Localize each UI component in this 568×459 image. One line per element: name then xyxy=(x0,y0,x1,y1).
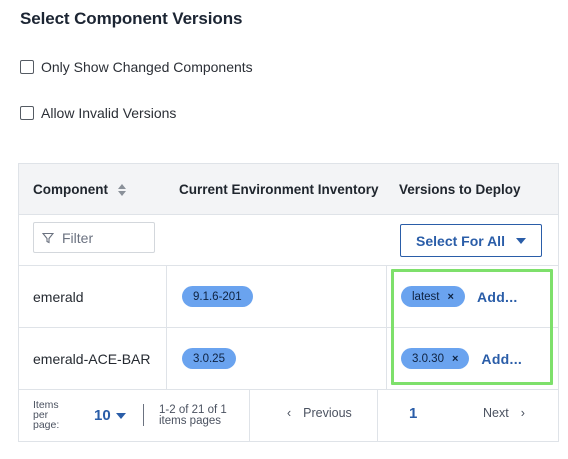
next-label: Next xyxy=(483,406,509,420)
add-version-link[interactable]: Add... xyxy=(481,351,522,367)
chevron-down-icon xyxy=(515,237,526,244)
items-per-page-select[interactable]: 10 xyxy=(94,407,126,424)
only-changed-label: Only Show Changed Components xyxy=(41,59,253,75)
inventory-version-tag: 3.0.25 xyxy=(182,348,236,369)
table-row: emerald-ACE-BAR 3.0.25 3.0.30 × Add... xyxy=(19,328,558,390)
previous-label: Previous xyxy=(303,406,352,420)
only-changed-option[interactable]: Only Show Changed Components xyxy=(20,59,253,75)
chevron-right-icon: › xyxy=(520,406,525,420)
allow-invalid-label: Allow Invalid Versions xyxy=(41,105,177,121)
previous-page-button[interactable]: ‹ Previous xyxy=(287,406,352,420)
inventory-cell: 3.0.25 xyxy=(182,328,236,389)
component-header-label: Component xyxy=(33,182,108,197)
allow-invalid-option[interactable]: Allow Invalid Versions xyxy=(20,105,176,121)
versions-column-header: Versions to Deploy xyxy=(399,182,521,197)
add-version-link[interactable]: Add... xyxy=(477,289,518,305)
select-for-all-label: Select For All xyxy=(416,232,505,249)
component-versions-table: Component Current Environment Inventory … xyxy=(18,163,559,442)
pagination-range: 1-2 of 21 of 1 items pages xyxy=(159,404,227,427)
page-title: Select Component Versions xyxy=(20,9,243,28)
filter-input[interactable]: Filter xyxy=(33,222,155,253)
sort-icon[interactable] xyxy=(118,183,126,196)
filter-row: Filter Select For All xyxy=(19,215,558,266)
table-row: emerald 9.1.6-201 latest × Add... xyxy=(19,266,558,328)
chevron-down-icon xyxy=(115,412,126,419)
inventory-cell: 9.1.6-201 xyxy=(182,266,253,327)
component-name: emerald xyxy=(33,288,84,305)
remove-version-icon[interactable]: × xyxy=(452,353,458,365)
inventory-column-header: Current Environment Inventory xyxy=(179,182,379,197)
version-tag: 3.0.30 × xyxy=(401,348,470,369)
filter-placeholder: Filter xyxy=(62,229,94,246)
allow-invalid-checkbox[interactable] xyxy=(20,106,34,120)
version-tag: latest × xyxy=(401,286,465,307)
component-name: emerald-ACE-BAR xyxy=(33,350,151,367)
version-tag-label: 3.0.30 xyxy=(412,352,444,365)
chevron-left-icon: ‹ xyxy=(287,406,292,420)
filter-icon xyxy=(42,232,54,243)
items-per-page-value: 10 xyxy=(94,407,111,424)
remove-version-icon[interactable]: × xyxy=(448,291,454,303)
versions-cell: latest × Add... xyxy=(401,266,518,327)
next-page-button[interactable]: Next › xyxy=(483,406,525,420)
inventory-version-tag: 9.1.6-201 xyxy=(182,286,253,307)
table-header: Component Current Environment Inventory … xyxy=(19,164,558,215)
versions-cell: 3.0.30 × Add... xyxy=(401,328,522,389)
select-for-all-dropdown[interactable]: Select For All xyxy=(400,224,542,257)
component-column-header[interactable]: Component xyxy=(33,164,126,215)
only-changed-checkbox[interactable] xyxy=(20,60,34,74)
current-page-number[interactable]: 1 xyxy=(409,405,417,422)
pagination-bar: Items per page: 10 1-2 of 21 of 1 items … xyxy=(19,390,558,441)
version-tag-label: latest xyxy=(412,290,440,303)
items-per-page-label: Items per page: xyxy=(33,399,60,431)
